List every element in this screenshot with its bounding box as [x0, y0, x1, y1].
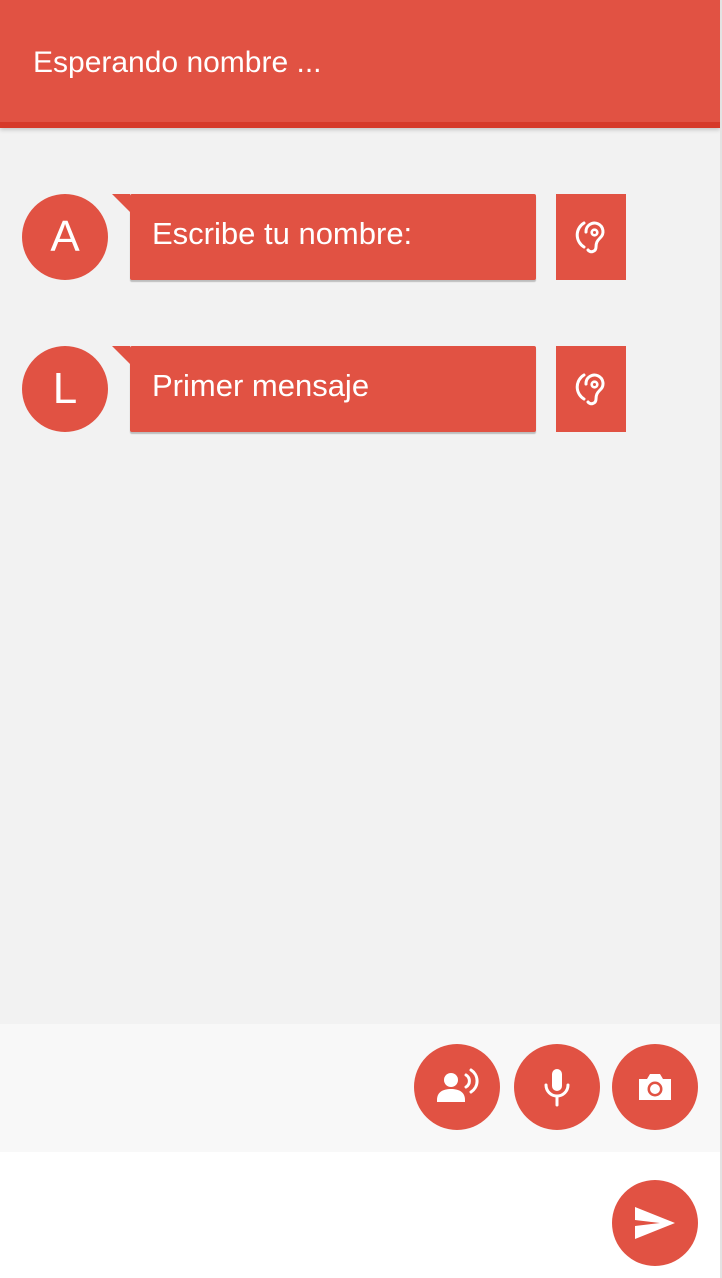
- message-bubble: Escribe tu nombre:: [112, 194, 536, 280]
- page-title: Esperando nombre ...: [33, 46, 322, 79]
- message-bubble: Primer mensaje: [112, 346, 536, 432]
- message-text: Escribe tu nombre:: [152, 216, 413, 251]
- avatar: L: [22, 346, 108, 432]
- avatar: A: [22, 194, 108, 280]
- message-row: L Primer mensaje: [0, 346, 720, 432]
- ear-icon: [575, 373, 605, 406]
- listen-button[interactable]: [556, 194, 626, 280]
- record-voice-icon: [437, 1068, 479, 1102]
- send-button[interactable]: [612, 1180, 698, 1266]
- ear-icon: [575, 221, 605, 254]
- app-header: Esperando nombre ...: [0, 0, 720, 128]
- voice-command-button[interactable]: [414, 1044, 500, 1130]
- message-row: A Escribe tu nombre:: [0, 194, 720, 280]
- chat-area: A Escribe tu nombre: L Primer mensaje: [0, 128, 720, 1024]
- message-text: Primer mensaje: [152, 368, 370, 403]
- send-icon: [635, 1207, 675, 1239]
- action-toolbar: [0, 1024, 720, 1152]
- microphone-icon: [544, 1069, 570, 1107]
- listen-button[interactable]: [556, 346, 626, 432]
- message-input[interactable]: [20, 1182, 594, 1244]
- camera-icon: [639, 1074, 671, 1100]
- composer: [0, 1152, 720, 1278]
- microphone-button[interactable]: [514, 1044, 600, 1130]
- camera-button[interactable]: [612, 1044, 698, 1130]
